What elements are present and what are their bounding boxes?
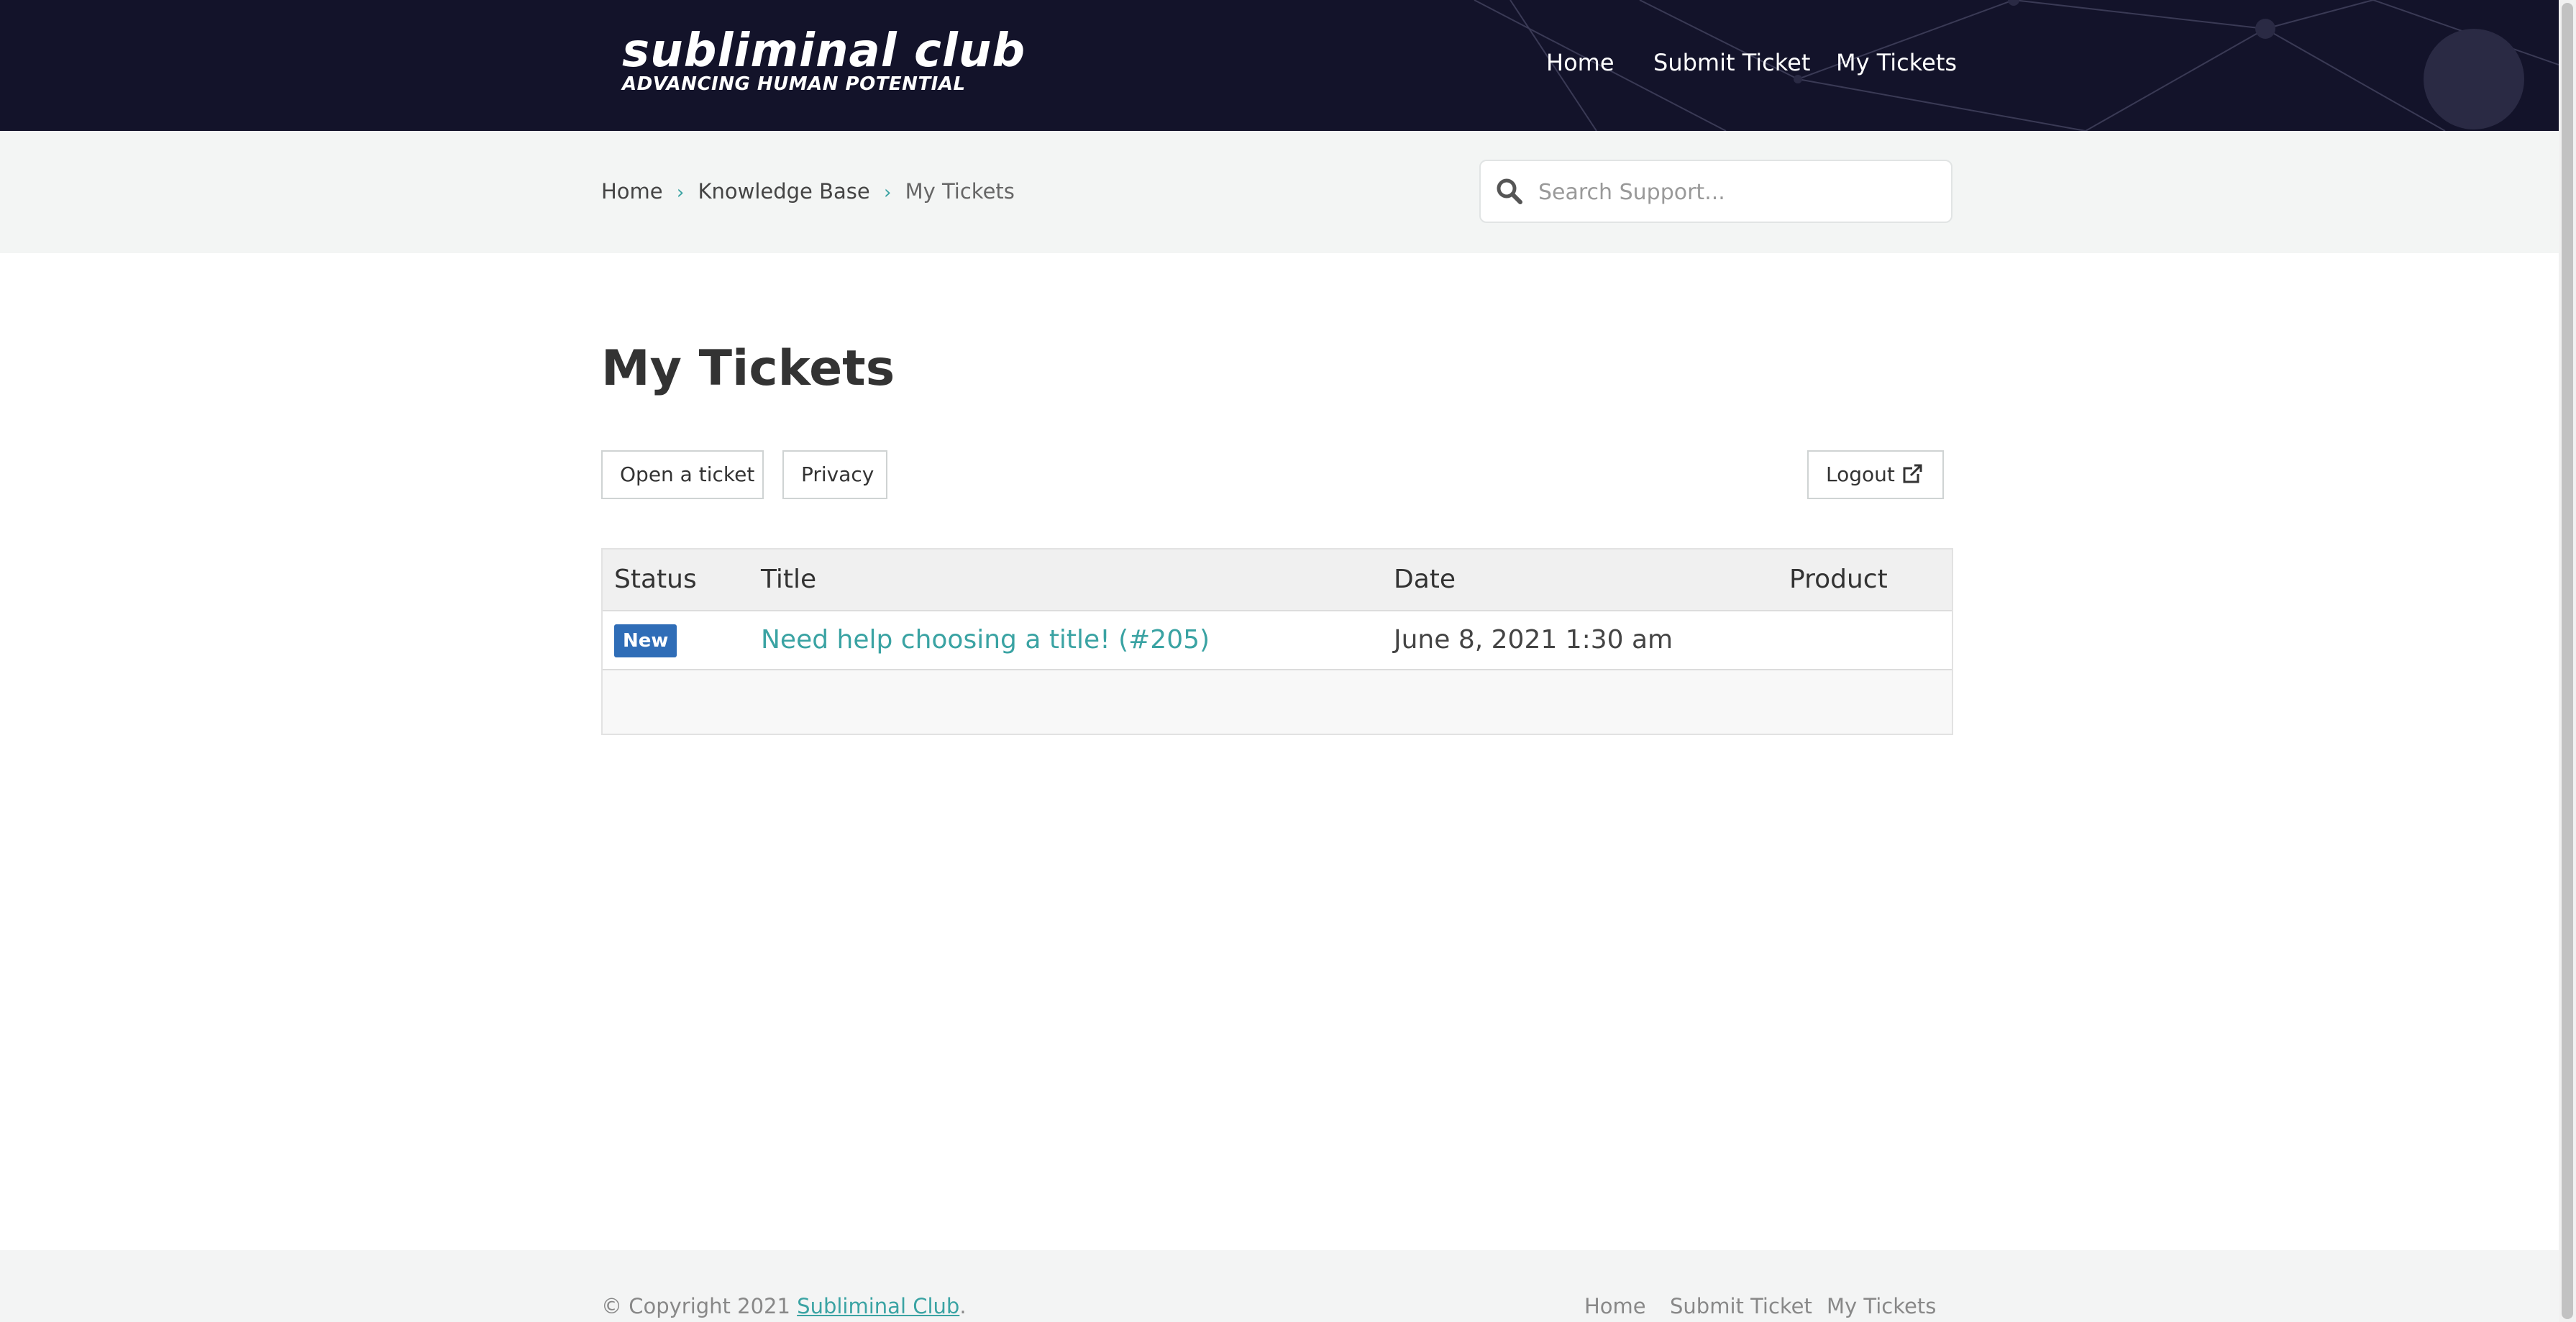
search-box[interactable] bbox=[1479, 160, 1952, 223]
copyright-link[interactable]: Subliminal Club bbox=[797, 1294, 959, 1318]
column-header-title: Title bbox=[761, 565, 817, 594]
status-badge: New bbox=[614, 624, 677, 657]
top-navigation: Home Submit Ticket My Tickets bbox=[0, 45, 2559, 81]
ticket-date: June 8, 2021 1:30 am bbox=[1394, 625, 1673, 655]
nav-home[interactable]: Home bbox=[1546, 45, 1614, 81]
nav-my-tickets[interactable]: My Tickets bbox=[1836, 45, 1957, 81]
breadcrumb-knowledge-base[interactable]: Knowledge Base bbox=[698, 179, 869, 204]
table-header: Status Title Date Product bbox=[603, 550, 1952, 611]
ticket-title-cell: Need help choosing a title! (#205) bbox=[761, 611, 1210, 669]
vertical-scrollbar[interactable] bbox=[2559, 0, 2576, 1322]
footer-nav-submit-ticket[interactable]: Submit Ticket bbox=[1670, 1292, 1812, 1321]
chevron-right-icon: › bbox=[676, 182, 685, 204]
logout-button[interactable]: Logout bbox=[1807, 450, 1944, 499]
breadcrumb-bar: Home › Knowledge Base › My Tickets bbox=[0, 131, 2559, 253]
copyright-suffix: . bbox=[959, 1294, 967, 1318]
table-row: New Need help choosing a title! (#205) J… bbox=[603, 611, 1952, 670]
column-header-date: Date bbox=[1394, 565, 1456, 594]
breadcrumb-current: My Tickets bbox=[905, 179, 1015, 204]
footer-nav-home[interactable]: Home bbox=[1584, 1292, 1646, 1321]
site-header: subliminal club ADVANCING HUMAN POTENTIA… bbox=[0, 0, 2559, 131]
open-ticket-button[interactable]: Open a ticket bbox=[601, 450, 764, 499]
tickets-table: Status Title Date Product New Need help … bbox=[601, 548, 1953, 735]
copyright-prefix: © Copyright 2021 bbox=[601, 1294, 790, 1318]
privacy-button[interactable]: Privacy bbox=[782, 450, 887, 499]
breadcrumb-home[interactable]: Home bbox=[601, 179, 663, 204]
copyright: © Copyright 2021 Subliminal Club. bbox=[601, 1292, 967, 1321]
column-header-status: Status bbox=[614, 565, 697, 594]
chevron-right-icon: › bbox=[883, 182, 892, 204]
page-title: My Tickets bbox=[601, 340, 895, 397]
table-footer bbox=[603, 670, 1952, 734]
breadcrumb: Home › Knowledge Base › My Tickets bbox=[601, 177, 1015, 206]
site-footer: © Copyright 2021 Subliminal Club. Home S… bbox=[0, 1250, 2559, 1322]
scrollbar-thumb[interactable] bbox=[2562, 3, 2573, 1319]
external-link-icon bbox=[1903, 464, 1922, 483]
search-input[interactable] bbox=[1537, 168, 1942, 216]
page: subliminal club ADVANCING HUMAN POTENTIA… bbox=[0, 0, 2559, 1322]
logout-label: Logout bbox=[1826, 462, 1895, 486]
footer-nav-my-tickets[interactable]: My Tickets bbox=[1827, 1292, 1936, 1321]
nav-submit-ticket[interactable]: Submit Ticket bbox=[1653, 45, 1810, 81]
search-icon bbox=[1497, 178, 1522, 204]
ticket-title-link[interactable]: Need help choosing a title! (#205) bbox=[761, 625, 1210, 655]
column-header-product: Product bbox=[1789, 565, 1888, 594]
